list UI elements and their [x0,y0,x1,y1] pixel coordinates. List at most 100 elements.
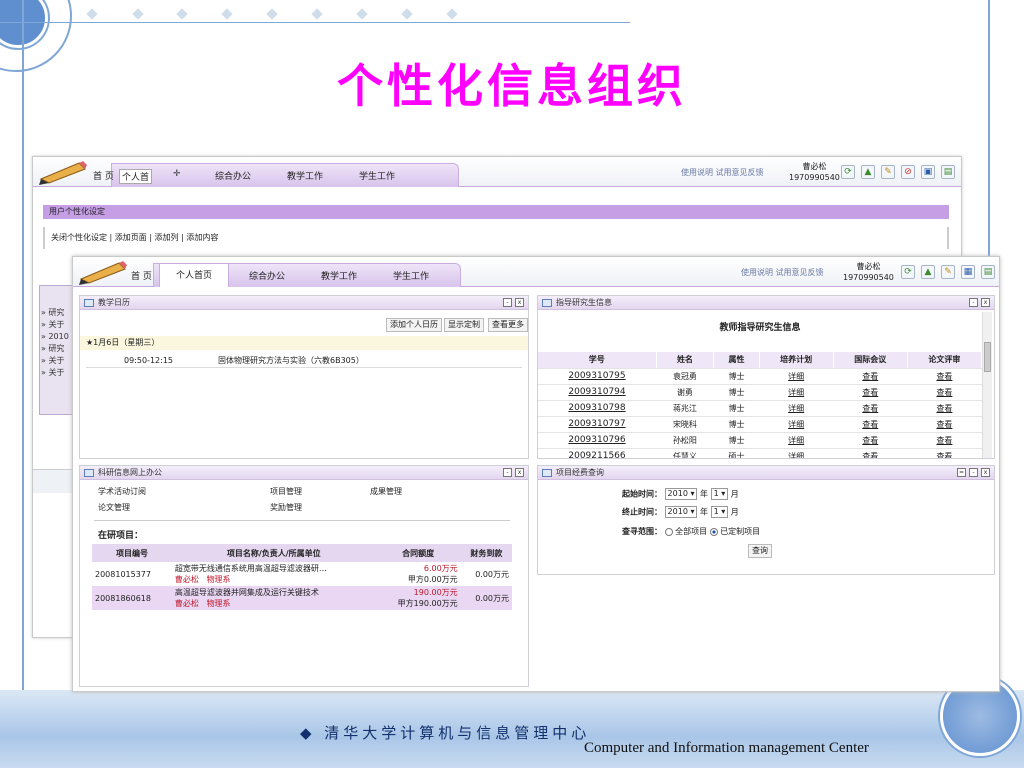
nav-student[interactable]: 学生工作 [393,269,429,282]
refresh-icon[interactable]: ⟳ [841,165,855,179]
nav-office[interactable]: 综合办公 [249,269,285,282]
calendar-event-row[interactable]: 09:50-12:15 固体物理研究方法与实验（六教6B305） [86,354,522,368]
table-row: 2009310797 宋晓科 博士 详细 查看 查看 [538,416,982,433]
scope-all-radio[interactable] [664,527,673,536]
exit-icon[interactable]: ▤ [981,265,995,279]
conference-link[interactable]: 查看 [833,448,908,458]
student-id-link[interactable]: 2009310798 [538,400,657,417]
scrollbar-thumb[interactable] [984,342,991,372]
close-icon[interactable]: x [981,468,990,477]
scope-custom-radio[interactable] [709,527,718,536]
save-icon[interactable]: ▣ [921,165,935,179]
minimize-icon[interactable]: - [969,298,978,307]
nav-bar [111,163,459,187]
exit-icon[interactable]: ▤ [941,165,955,179]
review-link[interactable]: 查看 [907,416,982,433]
plan-link[interactable]: 详细 [759,416,834,433]
nav-personal-home[interactable]: 个人首页 [159,263,229,287]
plan-link[interactable]: 详细 [759,368,834,385]
forbid-icon[interactable]: ⊘ [901,165,915,179]
edit-icon[interactable]: ✎ [941,265,955,279]
conference-link[interactable]: 查看 [833,384,908,401]
student-id-link[interactable]: 2009310797 [538,416,657,433]
scope-all-label[interactable]: 全部项目 [675,527,707,536]
settings-links[interactable]: 关闭个性化设定 | 添加页面 | 添加列 | 添加内容 [43,227,949,249]
close-icon[interactable]: x [515,298,524,307]
help-links[interactable]: 使用说明 试用意见反馈 [681,167,764,178]
conference-link[interactable]: 查看 [833,400,908,417]
start-month-select[interactable]: 1 ▾ [710,488,729,500]
col-header: 财务到款 [460,544,512,562]
link-papers[interactable]: 论文管理 [98,502,130,513]
plan-link[interactable]: 详细 [759,384,834,401]
nav-student[interactable]: 学生工作 [359,169,395,182]
close-icon[interactable]: x [515,468,524,477]
add-page-icon[interactable]: ✛ [173,169,181,179]
front-portal-window: 首 页 个人首页 综合办公 教学工作 学生工作 使用说明 试用意见反馈 曹必松 … [72,256,1000,692]
project-owner: 曹必松 物理系 [175,598,373,609]
conference-link[interactable]: 查看 [833,368,908,385]
student-id-link[interactable]: 2009211566 [538,448,657,458]
link-awards[interactable]: 奖励管理 [270,502,302,513]
nav-personal[interactable]: 个人首 [119,169,153,184]
end-month-select[interactable]: 1 ▾ [710,506,729,518]
panel-icon [542,469,552,477]
user-info: 曹必松 1970990540 [843,261,894,283]
start-year-select[interactable]: 2010 ▾ [664,488,698,500]
help-links[interactable]: 使用说明 试用意见反馈 [741,267,824,278]
scrollbar[interactable] [982,312,992,458]
scope-custom-label[interactable]: 已定制项目 [720,527,760,536]
table-header-row: 学号 姓名 属性 培养计划 国际会议 论文评审 [538,352,983,369]
nav-home[interactable]: 首 页 [93,169,114,182]
edit-icon[interactable]: ✎ [881,165,895,179]
table-row[interactable]: 20081860618 高温超导滤波器并网集成及运行关键技术 曹必松 物理系 1… [92,586,512,610]
sitemap-icon[interactable]: ▲ [861,165,875,179]
nav-teaching[interactable]: 教学工作 [287,169,323,182]
view-more-button[interactable]: 查看更多 [488,318,528,332]
plan-link[interactable]: 详细 [759,448,834,458]
review-link[interactable]: 查看 [907,400,982,417]
side-item[interactable]: » 研究 [41,343,69,355]
side-item[interactable]: » 关于 [41,355,69,367]
student-id-link[interactable]: 2009310796 [538,432,657,449]
add-calendar-button[interactable]: 添加个人日历 [386,318,442,332]
nav-home[interactable]: 首 页 [131,269,152,282]
sitemap-icon[interactable]: ▲ [921,265,935,279]
close-icon[interactable]: x [981,298,990,307]
nav-teaching[interactable]: 教学工作 [321,269,357,282]
table-row[interactable]: 20081015377 超宽带无线通信系统用高温超导滤波器研… 曹必松 物理系 … [92,562,512,586]
refresh-icon[interactable]: ⟳ [901,265,915,279]
link-projects[interactable]: 项目管理 [270,486,302,497]
side-item[interactable]: » 关于 [41,367,69,379]
settings-icon[interactable]: = [957,468,966,477]
conference-link[interactable]: 查看 [833,432,908,449]
link-academic[interactable]: 学术活动订阅 [98,486,146,497]
student-id-link[interactable]: 2009310795 [538,368,657,385]
plan-link[interactable]: 详细 [759,400,834,417]
minimize-icon[interactable]: - [503,468,512,477]
end-year-select[interactable]: 2010 ▾ [664,506,698,518]
research-title: 科研信息网上办公 [98,468,162,477]
start-date-row: 起始时间： 2010 ▾ 年 1 ▾ 月 [622,488,739,500]
nav-office[interactable]: 综合办公 [215,169,251,182]
layout-icon[interactable]: ▦ [961,265,975,279]
query-button[interactable]: 查询 [748,544,772,558]
project-name[interactable]: 超宽带无线通信系统用高温超导滤波器研… [175,563,373,574]
conference-link[interactable]: 查看 [833,416,908,433]
side-item[interactable]: » 2010 [41,331,69,343]
side-item[interactable]: » 研究 [41,307,69,319]
side-item[interactable]: » 关于 [41,319,69,331]
student-id-link[interactable]: 2009310794 [538,384,657,401]
review-link[interactable]: 查看 [907,384,982,401]
link-results[interactable]: 成果管理 [370,486,402,497]
minimize-icon[interactable]: - [969,468,978,477]
minimize-icon[interactable]: - [503,298,512,307]
plan-link[interactable]: 详细 [759,432,834,449]
review-link[interactable]: 查看 [907,448,982,458]
show-custom-button[interactable]: 显示定制 [444,318,484,332]
review-link[interactable]: 查看 [907,432,982,449]
review-link[interactable]: 查看 [907,368,982,385]
project-name[interactable]: 高温超导滤波器并网集成及运行关键技术 [175,587,373,598]
decor-diamond [86,8,98,20]
students-header: 指导研究生信息 - x [538,296,994,310]
